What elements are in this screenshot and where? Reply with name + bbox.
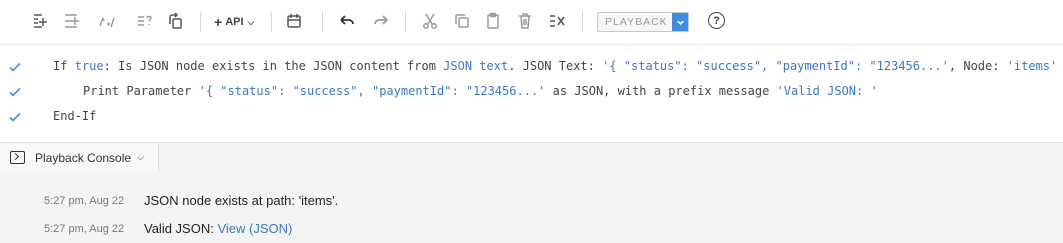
chevron-down-icon[interactable] bbox=[672, 13, 688, 31]
delete-icon[interactable] bbox=[514, 10, 536, 32]
refresh-icon[interactable] bbox=[164, 10, 186, 32]
copy-icon[interactable] bbox=[451, 10, 473, 32]
log-timestamp: 5:27 pm, Aug 22 bbox=[44, 195, 125, 207]
script-row[interactable]: If true: Is JSON node exists in the JSON… bbox=[0, 55, 1063, 79]
script-editor: If true: Is JSON node exists in the JSON… bbox=[0, 44, 1063, 143]
add-step-icon[interactable] bbox=[29, 10, 51, 32]
check-icon[interactable] bbox=[8, 85, 22, 99]
json-text-link[interactable]: JSON text bbox=[443, 59, 508, 73]
help-icon[interactable]: ? bbox=[708, 12, 725, 29]
check-icon[interactable] bbox=[8, 110, 22, 124]
chevron-down-icon[interactable]: ⌵ bbox=[137, 152, 144, 163]
view-json-link[interactable]: View (JSON) bbox=[217, 221, 292, 236]
script-row[interactable]: End-If bbox=[0, 105, 1063, 129]
api-button[interactable]: + API ⌵ bbox=[214, 12, 254, 32]
log-entry: 5:27 pm, Aug 22 Valid JSON: View (JSON) bbox=[0, 220, 1063, 240]
script-line: Print Parameter '{ "status": "success", … bbox=[83, 84, 878, 98]
api-label: API bbox=[225, 16, 244, 28]
toolbar-separator bbox=[322, 12, 323, 32]
console-header: Playback Console ⌵ bbox=[0, 143, 1063, 172]
help-script-icon[interactable] bbox=[134, 10, 156, 32]
calendar-icon[interactable] bbox=[283, 10, 305, 32]
cut-icon[interactable] bbox=[419, 10, 441, 32]
terminal-icon bbox=[10, 151, 25, 164]
log-timestamp: 5:27 pm, Aug 22 bbox=[44, 223, 125, 235]
disable-icon[interactable] bbox=[546, 10, 568, 32]
edit-script-icon[interactable] bbox=[96, 10, 118, 32]
redo-icon[interactable] bbox=[370, 10, 392, 32]
playback-select[interactable]: PLAYBACK bbox=[597, 12, 689, 32]
log-entry: 5:27 pm, Aug 22 JSON node exists at path… bbox=[0, 192, 1063, 212]
script-row[interactable]: Print Parameter '{ "status": "success", … bbox=[0, 80, 1063, 104]
script-line: If true: Is JSON node exists in the JSON… bbox=[53, 59, 1058, 73]
log-message: JSON node exists at path: 'items'. bbox=[144, 193, 339, 208]
playback-console-tab[interactable]: Playback Console ⌵ bbox=[0, 143, 159, 172]
undo-icon[interactable] bbox=[336, 10, 358, 32]
console-tab-label: Playback Console bbox=[35, 150, 132, 165]
toolbar: + API ⌵ PLAYBACK ? bbox=[0, 0, 1063, 44]
script-line: End-If bbox=[53, 109, 97, 123]
log-message: Valid JSON: View (JSON) bbox=[144, 221, 293, 236]
toolbar-separator bbox=[200, 12, 201, 32]
toolbar-separator bbox=[405, 12, 406, 32]
plus-icon: + bbox=[214, 14, 223, 30]
toolbar-separator bbox=[582, 12, 583, 32]
chevron-down-icon: ⌵ bbox=[247, 16, 255, 27]
paste-icon[interactable] bbox=[482, 10, 504, 32]
check-icon[interactable] bbox=[8, 60, 22, 74]
console-log: 5:27 pm, Aug 22 JSON node exists at path… bbox=[0, 171, 1063, 243]
playback-label: PLAYBACK bbox=[605, 16, 668, 28]
insert-step-icon[interactable] bbox=[60, 10, 82, 32]
toolbar-separator bbox=[271, 12, 272, 32]
